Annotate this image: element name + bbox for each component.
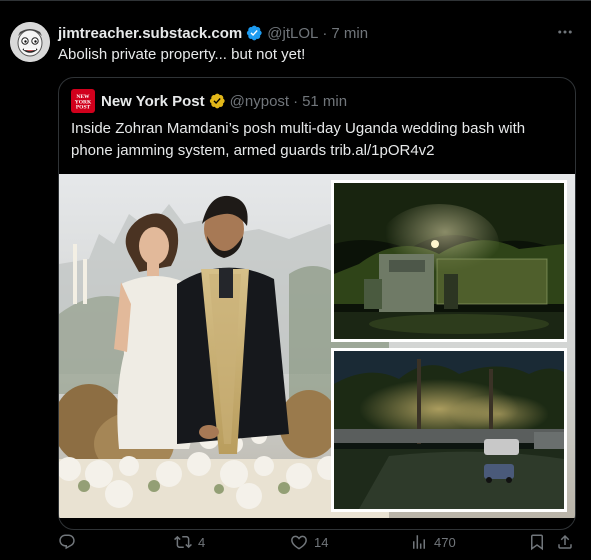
quoted-tweet-timestamp[interactable]: 51 min	[302, 93, 347, 110]
author-avatar[interactable]	[10, 22, 50, 62]
repost-button[interactable]: 4	[174, 530, 205, 554]
night-compound-driveway-photo[interactable]	[331, 348, 567, 512]
more-options-icon[interactable]	[555, 22, 575, 42]
like-count: 14	[314, 534, 329, 550]
nypost-avatar[interactable]: NEW YORK POST	[71, 89, 95, 113]
tweet-timestamp[interactable]: 7 min	[331, 25, 368, 42]
verified-badge-icon[interactable]	[245, 24, 263, 42]
top-divider	[0, 0, 591, 1]
author-name[interactable]: jimtreacher.substack.com	[58, 25, 242, 42]
reply-icon	[59, 534, 75, 550]
views-button[interactable]: 470	[410, 530, 456, 554]
reply-button[interactable]	[58, 530, 82, 554]
quoted-author-handle[interactable]: @nypost	[230, 93, 289, 110]
tweet-header: jimtreacher.substack.com @jtLOL · 7 min	[58, 23, 368, 43]
separator-dot: ·	[322, 24, 328, 42]
share-button[interactable]	[556, 530, 574, 554]
quoted-tweet-text: Inside Zohran Mamdani’s posh multi-day U…	[71, 120, 526, 159]
tweet-text: Abolish private property... but not yet!	[58, 46, 306, 63]
like-button[interactable]: 14	[290, 530, 328, 554]
repost-icon	[174, 535, 192, 549]
quoted-author-name[interactable]: New York Post	[101, 93, 205, 110]
svg-text:POST: POST	[76, 105, 91, 111]
bookmark-button[interactable]	[528, 530, 546, 554]
quoted-tweet[interactable]: NEW YORK POST New York Post @nypost · 51…	[58, 77, 576, 530]
views-count: 470	[434, 534, 456, 550]
views-icon	[413, 535, 425, 549]
night-compound-gate-photo[interactable]	[331, 180, 567, 342]
heart-icon	[291, 535, 307, 550]
author-handle[interactable]: @jtLOL	[267, 25, 318, 42]
tweet-action-bar: 4 14 470	[58, 530, 582, 554]
share-icon	[558, 534, 572, 549]
bookmark-icon	[531, 534, 543, 551]
quoted-tweet-media[interactable]	[59, 174, 575, 518]
gold-verified-badge-icon[interactable]	[208, 92, 226, 110]
quoted-tweet-header: NEW YORK POST New York Post @nypost · 51…	[71, 89, 347, 113]
separator-dot: ·	[293, 92, 299, 110]
repost-count: 4	[198, 534, 206, 550]
